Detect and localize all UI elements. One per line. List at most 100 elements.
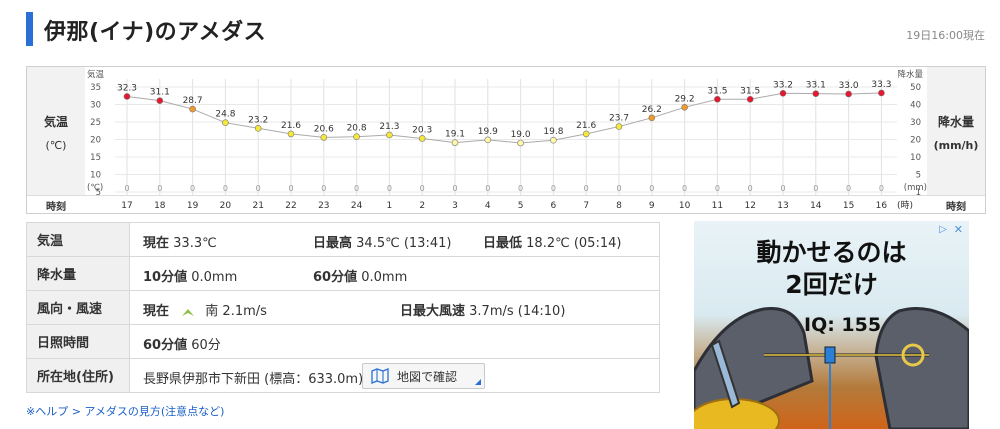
precip-data-label: 0 [518, 184, 523, 193]
map-confirm-label: 地図で確認 [397, 369, 458, 384]
precip-data-label: 0 [190, 184, 195, 193]
y-tick-label-precip: 10 [910, 153, 921, 163]
ad-close-icon[interactable]: ✕ [954, 223, 963, 236]
y-tick-label-temp: 20 [90, 136, 101, 146]
hour-tick-label: 5 [518, 201, 524, 211]
precip-data-label: 0 [846, 184, 851, 193]
chart-left-label-area: 気温 (℃) [27, 67, 85, 195]
table-row-location: 所在地(住所) 長野県伊那市下新田 (標高：633.0m) 地図で確認 [26, 358, 660, 393]
precip-data-label: 0 [715, 184, 720, 193]
table-row-sunshine: 日照時間 60分値 60分 [26, 324, 660, 359]
table-row-temperature: 気温 現在 33.3℃ 日最高 34.5℃ (13:41) 日最低 18.2℃ … [26, 222, 660, 257]
row-head-location: 所在地(住所) [26, 358, 130, 393]
temperature-point [254, 124, 262, 132]
hour-tick-label: 20 [220, 201, 232, 211]
temperature-data-label: 21.3 [379, 122, 399, 132]
temperature-data-label: 19.9 [478, 127, 498, 137]
hour-tick-label: 2 [419, 201, 425, 211]
precip-data-label: 0 [682, 184, 687, 193]
temperature-data-label: 20.3 [412, 125, 432, 135]
precip-axis-label: 降水量 [937, 115, 974, 129]
row-head-temperature: 気温 [26, 222, 130, 257]
temp-axis-label: 気温 [43, 115, 68, 129]
precip-data-label: 0 [748, 184, 753, 193]
right-axis-title: 降水量 [897, 69, 923, 80]
right-axis-unit: (mm) [904, 183, 927, 193]
temperature-data-label: 23.7 [609, 114, 629, 124]
ad-info-icon[interactable]: ▷ [939, 224, 947, 235]
temperature-data-label: 33.2 [773, 80, 793, 90]
wind-now-value: 南 2.1m/s [205, 304, 267, 319]
temp-min-label: 日最低 [483, 236, 523, 251]
precip-data-label: 0 [616, 184, 621, 193]
temperature-point [156, 97, 164, 104]
precip-data-label: 0 [551, 184, 556, 193]
precip-data-label: 0 [256, 184, 261, 193]
help-link[interactable]: ※ヘルプ > アメダスの見方(注意点など) [26, 403, 224, 419]
precip-data-label: 0 [387, 184, 392, 193]
hour-tick-label: 21 [252, 201, 263, 211]
precip-data-label: 0 [321, 184, 326, 193]
time-label-left: 時刻 [46, 202, 66, 213]
left-axis-title: 気温 [87, 69, 105, 80]
temperature-point [320, 134, 328, 141]
temperature-point [123, 93, 131, 100]
left-axis-unit: (℃) [87, 183, 103, 193]
temperature-data-label: 33.3 [871, 80, 891, 90]
temperature-chart-panel: 気温 (℃) 降水量 (mm/h) 時刻 時刻 35 30 25 20 15 10 5 50 4… [26, 66, 986, 214]
map-confirm-button[interactable]: 地図で確認 [362, 363, 485, 389]
temperature-point [517, 139, 524, 147]
temperature-data-label: 33.0 [839, 81, 859, 91]
hour-tick-label: 15 [843, 201, 854, 211]
temperature-point [550, 136, 557, 144]
y-tick-label-temp: 30 [90, 101, 101, 111]
hour-tick-label: 7 [583, 201, 589, 211]
time-label-right: 時刻 [946, 202, 966, 213]
wind-now-label: 現在 [143, 304, 170, 319]
hour-tick-label: 19 [187, 201, 199, 211]
y-tick-label-precip: 5 [916, 171, 921, 181]
table-row-wind: 風向・風速 現在 南 2.1m/s 日最大風速 3.7m/s (14:10) [26, 290, 660, 325]
title-accent-bar [26, 12, 33, 46]
advertisement[interactable]: 動かせるのは 2回だけ IQ: 155 ▷ ✕ [694, 221, 969, 429]
precip-10min-label: 10分値 [143, 270, 188, 285]
y-tick-label-precip: 40 [910, 101, 921, 111]
precip-data-label: 0 [124, 184, 129, 193]
row-head-sunshine: 日照時間 [26, 324, 130, 359]
row-head-precipitation: 降水量 [26, 256, 130, 291]
precip-data-label: 0 [584, 184, 589, 193]
y-tick-label-precip: 20 [910, 136, 921, 146]
temperature-data-label: 29.2 [675, 94, 695, 104]
y-tick-label-temp: 15 [90, 153, 101, 163]
hour-tick-label: 8 [616, 201, 622, 211]
temp-max-label: 日最高 [313, 236, 353, 251]
temperature-data-label: 19.1 [445, 130, 465, 140]
temperature-data-label: 32.3 [117, 83, 137, 93]
hour-tick-label: 11 [712, 201, 723, 211]
temperature-data-label: 21.6 [576, 121, 596, 131]
hour-tick-label: 14 [810, 201, 822, 211]
hour-tick-label: 12 [744, 201, 755, 211]
observation-table: 気温 現在 33.3℃ 日最高 34.5℃ (13:41) 日最低 18.2℃ … [26, 222, 660, 393]
temperature-data-label: 19.8 [543, 127, 563, 137]
temp-now-value: 33.3℃ [173, 236, 217, 251]
y-tick-label-precip: 30 [910, 118, 921, 128]
temperature-point [451, 139, 459, 146]
y-tick-label-temp: 25 [90, 118, 101, 128]
temperature-point [746, 95, 754, 103]
hour-tick-label: 17 [121, 201, 132, 211]
hour-tick-label: 6 [551, 201, 557, 211]
temperature-data-label: 31.5 [740, 86, 760, 96]
temperature-point [648, 114, 656, 122]
precip-data-label: 0 [813, 184, 818, 193]
temperature-data-label: 28.7 [183, 96, 203, 106]
temperature-point [878, 89, 885, 97]
temperature-data-label: 19.0 [511, 130, 531, 140]
table-row-precipitation: 降水量 10分値 0.0mm 60分値 0.0mm [26, 256, 660, 291]
precip-axis-unit: (mm/h) [933, 139, 979, 152]
temperature-point [222, 119, 229, 127]
temperature-point [681, 103, 688, 111]
temperature-line-chart: 3530252015105504030201051気温(℃)降水量(mm)32.… [87, 69, 927, 211]
y-tick-label-precip: 50 [910, 83, 921, 93]
sun-60min-value: 60分 [191, 338, 221, 353]
